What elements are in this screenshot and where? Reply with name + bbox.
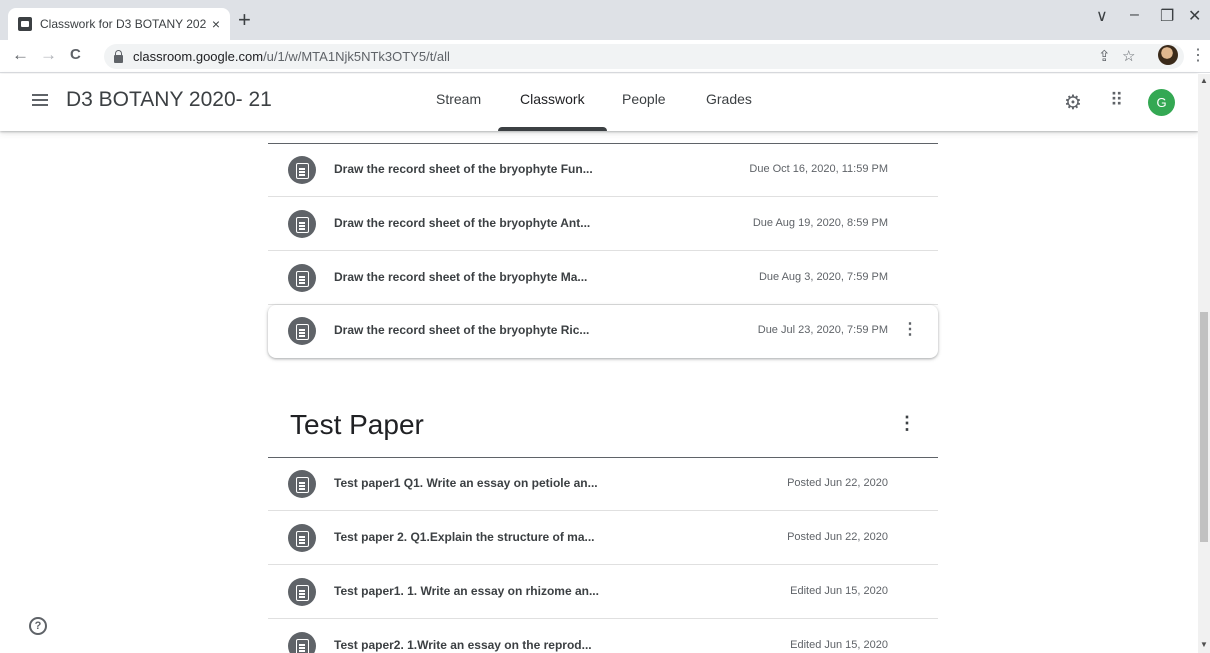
restore-button[interactable]: ❐	[1160, 6, 1174, 26]
tab-close-icon[interactable]: ×	[212, 16, 220, 32]
posted-date: Posted Jun 22, 2020	[787, 477, 888, 489]
tab-title: Classwork for D3 BOTANY 2020-	[40, 17, 206, 31]
edited-date: Edited Jun 15, 2020	[790, 639, 888, 651]
assignment-icon	[288, 156, 316, 184]
tab-classwork[interactable]: Classwork	[498, 74, 607, 131]
back-icon[interactable]: ←	[12, 45, 29, 65]
assignment-title: Draw the record sheet of the bryophyte M…	[334, 270, 588, 284]
assignment-icon	[288, 210, 316, 238]
material-item[interactable]: Test paper 2. Q1.Explain the structure o…	[268, 512, 938, 565]
assignment-icon	[288, 264, 316, 292]
material-title: Test paper1. 1. Write an essay on rhizom…	[334, 584, 599, 598]
due-date: Due Oct 16, 2020, 11:59 PM	[749, 163, 888, 175]
material-icon	[288, 470, 316, 498]
assignment-item[interactable]: Draw the record sheet of the bryophyte M…	[268, 252, 938, 305]
tab-grades[interactable]: Grades	[684, 74, 774, 131]
material-item[interactable]: Test paper2. 1.Write an essay on the rep…	[268, 620, 938, 653]
material-icon	[288, 632, 316, 653]
assignment-title: Draw the record sheet of the bryophyte F…	[334, 162, 593, 176]
scroll-down-arrow-icon[interactable]: ▼	[1200, 640, 1208, 649]
browser-toolbar: ← → C classroom.google.com /u/1/w/MTA1Nj…	[0, 40, 1210, 73]
more-options-icon[interactable]: ⋮	[902, 319, 918, 339]
material-icon	[288, 578, 316, 606]
settings-gear-icon[interactable]: ⚙	[1064, 90, 1082, 115]
material-title: Test paper2. 1.Write an essay on the rep…	[334, 638, 592, 652]
tab-search-icon[interactable]: ∨	[1096, 6, 1108, 26]
browser-tabstrip: Classwork for D3 BOTANY 2020- × + ∨ – ❐ …	[0, 0, 1210, 40]
hamburger-menu-icon[interactable]	[32, 94, 48, 106]
material-item[interactable]: Test paper1. 1. Write an essay on rhizom…	[268, 566, 938, 619]
classroom-favicon-icon	[18, 17, 32, 31]
classroom-header: D3 BOTANY 2020- 21 Stream Classwork Peop…	[0, 74, 1198, 131]
reload-icon[interactable]: C	[70, 45, 81, 65]
google-apps-icon[interactable]: ⠿	[1110, 90, 1123, 111]
bookmark-star-icon[interactable]: ☆	[1122, 47, 1135, 65]
close-window-button[interactable]: ✕	[1188, 6, 1201, 26]
due-date: Due Jul 23, 2020, 7:59 PM	[757, 324, 888, 336]
edited-date: Edited Jun 15, 2020	[790, 585, 888, 597]
tab-people[interactable]: People	[600, 74, 688, 131]
share-icon[interactable]: ⇪	[1098, 47, 1111, 65]
forward-icon[interactable]: →	[40, 45, 57, 65]
browser-profile-avatar[interactable]	[1158, 45, 1178, 65]
help-icon[interactable]: ?	[29, 617, 47, 635]
assignment-item[interactable]: Draw the record sheet of the bryophyte F…	[268, 144, 938, 197]
posted-date: Posted Jun 22, 2020	[787, 531, 888, 543]
address-bar[interactable]: classroom.google.com /u/1/w/MTA1Njk5NTk3…	[104, 44, 1184, 69]
new-tab-button[interactable]: +	[238, 8, 251, 32]
assignment-title: Draw the record sheet of the bryophyte A…	[334, 216, 591, 230]
assignment-icon	[288, 317, 316, 345]
browser-menu-icon[interactable]: ⋮	[1190, 45, 1206, 65]
url-path: /u/1/w/MTA1Njk5NTk3OTY5/t/all	[263, 49, 450, 64]
material-icon	[288, 524, 316, 552]
class-title[interactable]: D3 BOTANY 2020- 21	[66, 88, 272, 112]
due-date: Due Aug 19, 2020, 8:59 PM	[752, 217, 888, 229]
topic-options-icon[interactable]: ⋮	[898, 413, 916, 434]
assignment-title: Draw the record sheet of the bryophyte R…	[334, 323, 590, 337]
page-scrollbar[interactable]: ▲ ▼	[1198, 74, 1210, 653]
due-date: Due Aug 3, 2020, 7:59 PM	[758, 271, 888, 283]
url-host: classroom.google.com	[133, 49, 264, 64]
minimize-button[interactable]: –	[1130, 6, 1139, 24]
scroll-thumb[interactable]	[1200, 312, 1208, 542]
topic-title: Test Paper	[290, 409, 424, 440]
material-item[interactable]: Test paper1 Q1. Write an essay on petiol…	[268, 458, 938, 511]
lock-icon	[114, 49, 123, 63]
browser-tab[interactable]: Classwork for D3 BOTANY 2020- ×	[8, 8, 230, 40]
material-title: Test paper 2. Q1.Explain the structure o…	[334, 530, 595, 544]
material-title: Test paper1 Q1. Write an essay on petiol…	[334, 476, 598, 490]
assignment-item[interactable]: Draw the record sheet of the bryophyte A…	[268, 198, 938, 251]
assignment-item-hovered[interactable]: Draw the record sheet of the bryophyte R…	[268, 305, 938, 358]
account-avatar[interactable]: G	[1148, 89, 1175, 116]
tab-stream[interactable]: Stream	[414, 74, 503, 131]
scroll-up-arrow-icon[interactable]: ▲	[1200, 76, 1208, 85]
